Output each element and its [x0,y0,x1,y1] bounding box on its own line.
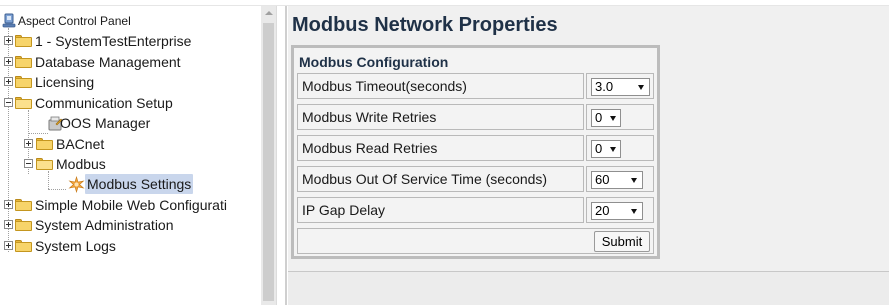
collapse-icon[interactable] [24,159,33,168]
select-value: 3.0 [595,79,614,94]
tree-item-database-management[interactable]: Database Management [0,52,255,72]
folder-icon [15,199,32,211]
submit-button[interactable]: Submit [594,231,650,252]
tree-item-label: OOS Manager [60,115,151,131]
navigation-tree: Aspect Control Panel 1 - SystemTestEnter… [0,6,261,305]
tree-item-modbus[interactable]: Modbus [0,154,255,174]
chevron-down-icon [631,209,637,214]
folder-open-icon [15,97,32,109]
select-value: 20 [595,203,610,218]
tree-item-label: Simple Mobile Web Configurati [35,197,227,213]
tree-item-label: Licensing [35,74,95,90]
config-value-cell: 60 [586,166,654,192]
tree-item-label: Modbus [56,156,106,172]
config-value-cell: 20 [586,197,654,223]
folder-icon [15,219,32,231]
expand-icon[interactable] [4,36,13,45]
submit-row: Submit [297,228,654,254]
frame-splitter[interactable] [276,6,288,305]
tree-item-system-administration[interactable]: System Administration [0,215,255,235]
content-footer-area [288,271,889,305]
expand-icon[interactable] [4,57,13,66]
config-value-cell: 0 [586,104,654,130]
out-of-service-time-select[interactable]: 60 [591,171,643,189]
tree-scrollbar[interactable] [261,6,276,305]
tree-item-communication-setup[interactable]: Communication Setup [0,93,255,113]
config-value-cell: 0 [586,135,654,161]
tree-item-bacnet[interactable]: BACnet [0,134,255,154]
section-title: Modbus Configuration [299,54,449,70]
tree-item-system-logs[interactable]: System Logs [0,236,255,256]
collapse-icon[interactable] [4,98,13,107]
tree-item-modbus-settings[interactable]: Modbus Settings [0,174,255,194]
expand-icon[interactable] [4,220,13,229]
config-label: Modbus Read Retries [297,135,584,161]
chevron-down-icon [610,116,616,121]
tree-item-systemtestenterprise[interactable]: 1 - SystemTestEnterprise [0,31,255,51]
expand-icon[interactable] [4,241,13,250]
scrollbar-thumb[interactable] [263,23,274,301]
select-value: 0 [595,110,603,125]
config-label: Modbus Write Retries [297,104,584,130]
tree-root[interactable]: Aspect Control Panel [0,11,255,31]
chevron-down-icon [638,85,644,90]
timeout-select[interactable]: 3.0 [591,78,650,96]
tree-item-label: Communication Setup [35,95,173,111]
expand-icon[interactable] [24,139,33,148]
scroll-up-icon[interactable] [261,6,276,21]
config-value-cell: 3.0 [586,73,654,99]
tree-item-oos-manager[interactable]: OOS Manager [0,113,255,133]
folder-icon [36,138,53,150]
network-panel-icon [2,13,16,28]
chevron-down-icon [610,147,616,152]
folder-icon [15,76,32,88]
tree-item-label: System Logs [35,238,116,254]
select-value: 0 [595,141,603,156]
write-retries-select[interactable]: 0 [591,109,621,127]
tree-item-label: BACnet [56,136,105,152]
tree-item-simple-mobile-web-configuration[interactable]: Simple Mobile Web Configurati [0,195,261,215]
expand-icon[interactable] [4,200,13,209]
modbus-configuration-panel: Modbus Configuration Modbus Timeout(seco… [291,45,660,259]
tree-item-label: Modbus Settings [85,174,194,194]
expand-icon[interactable] [4,77,13,86]
page-title: Modbus Network Properties [292,14,558,36]
folder-icon [15,56,32,68]
read-retries-select[interactable]: 0 [591,140,621,158]
config-label: Modbus Out Of Service Time (seconds) [297,166,584,192]
tree-item-label: Database Management [35,54,181,70]
folder-icon [15,240,32,252]
folder-open-icon [36,158,53,170]
config-label: Modbus Timeout(seconds) [297,73,584,99]
tree-root-label: Aspect Control Panel [18,14,131,28]
content-frame: Modbus Network Properties Modbus Configu… [288,6,889,305]
tree-item-label: System Administration [35,217,174,233]
chevron-down-icon [631,178,637,183]
tree-item-label: 1 - SystemTestEnterprise [35,33,192,49]
folder-icon [15,35,32,47]
config-label: IP Gap Delay [297,197,584,223]
gear-star-icon [68,175,85,194]
tree-item-licensing[interactable]: Licensing [0,72,255,92]
ip-gap-delay-select[interactable]: 20 [591,202,643,220]
select-value: 60 [595,172,610,187]
